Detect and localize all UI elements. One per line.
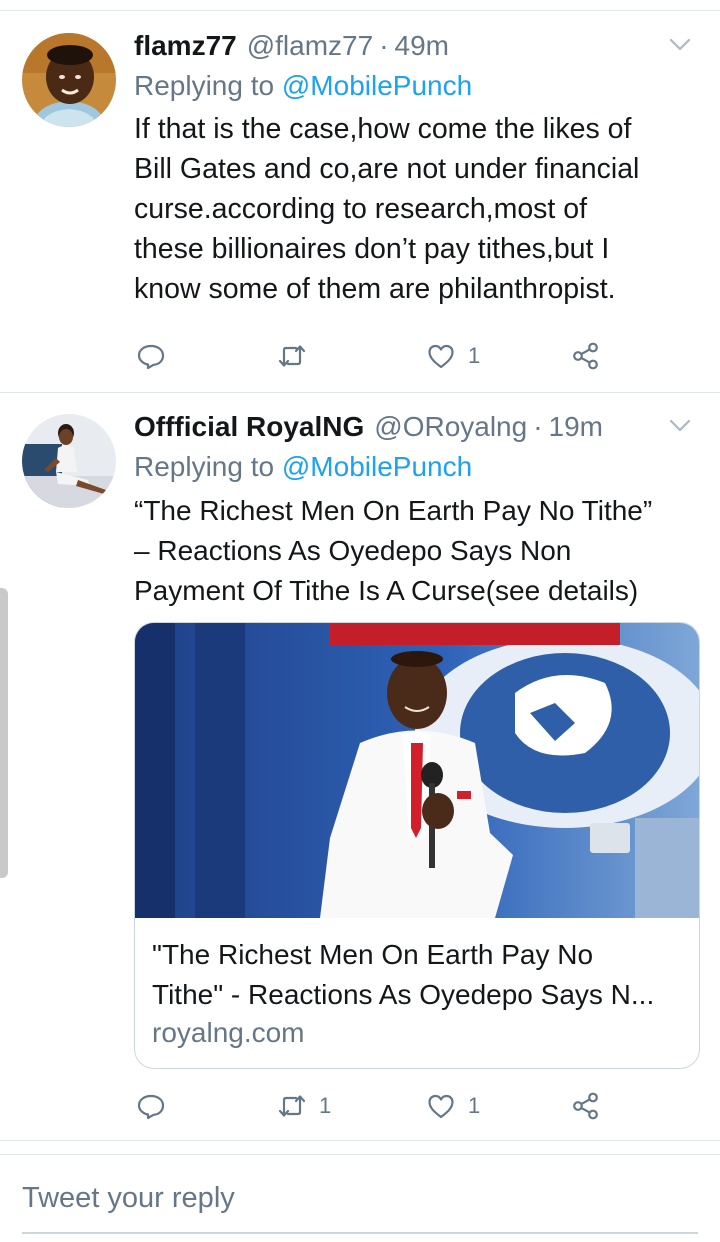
tweet-header: Offficial RoyalNG @ORoyalng · 19m [134,407,700,447]
card-image[interactable] [135,623,700,918]
avatar[interactable] [22,33,116,127]
replying-to: Replying to @MobilePunch [134,66,700,106]
reply-button[interactable] [136,341,178,371]
like-button[interactable]: 1 [426,341,480,371]
input-underline [22,1232,698,1234]
mention-link[interactable]: @MobilePunch [282,451,472,482]
share-button[interactable] [571,341,601,371]
chevron-down-icon[interactable] [666,30,694,58]
tweet-text: If that is the case,how come the likes o… [134,113,640,305]
chevron-down-icon[interactable] [666,411,694,439]
avatar[interactable] [22,414,116,508]
like-button[interactable]: 1 [426,1091,480,1121]
heart-icon [428,344,454,369]
share-button[interactable] [571,1091,601,1121]
tweet-actions: 1 [134,336,614,376]
retweet-button[interactable] [277,341,319,371]
reply-composer: Tweet your reply [0,1154,720,1242]
reply-button[interactable] [136,1091,178,1121]
display-name[interactable]: Offficial RoyalNG [134,411,364,443]
share-icon [573,1092,598,1120]
retweet-icon [278,1095,306,1117]
card-domain[interactable]: royalng.com [152,1017,305,1049]
user-handle[interactable]: @flamz77 [247,30,373,62]
card-title[interactable]: "The Richest Men On Earth Pay No Tithe" … [152,935,685,1015]
retweet-button[interactable]: 1 [277,1091,331,1121]
retweet-count: 1 [319,1093,332,1118]
tweet-divider [0,1140,720,1141]
heart-icon [428,1094,454,1119]
user-handle[interactable]: @ORoyalng [374,411,527,443]
timestamp[interactable]: 19m [549,411,603,443]
reply-icon [137,344,165,370]
share-icon [573,342,598,370]
separator-dot: · [533,411,543,442]
like-count: 1 [468,343,481,368]
mention-link[interactable]: @MobilePunch [282,70,472,101]
tweet-text: “The Richest Men On Earth Pay No Tithe” … [134,495,653,606]
tweet[interactable]: flamz77 @flamz77 · 49m Replying to @Mobi… [0,0,720,392]
separator-dot: · [379,30,389,61]
tweet-actions: 1 1 [134,1086,614,1126]
timestamp[interactable]: 49m [395,30,449,62]
replying-prefix: Replying to [134,70,282,101]
replying-to: Replying to @MobilePunch [134,447,700,487]
reply-input[interactable]: Tweet your reply [22,1182,235,1215]
reply-icon [137,1094,165,1120]
like-count: 1 [468,1093,481,1118]
composer-divider [0,1154,720,1155]
tweet-header: flamz77 @flamz77 · 49m [134,26,700,66]
link-card[interactable]: "The Richest Men On Earth Pay No Tithe" … [134,622,700,1069]
tweet[interactable]: Offficial RoyalNG @ORoyalng · 19m Replyi… [0,393,720,1141]
display-name[interactable]: flamz77 [134,30,237,62]
replying-prefix: Replying to [134,451,282,482]
retweet-icon [278,345,306,367]
